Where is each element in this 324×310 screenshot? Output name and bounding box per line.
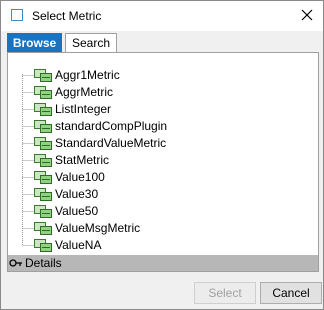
metric-icon [34, 171, 52, 184]
metric-icon [34, 137, 52, 150]
metric-icon [34, 239, 52, 252]
metric-icon [34, 69, 52, 82]
tree-item-label: Value30 [55, 187, 99, 201]
close-icon [301, 9, 313, 21]
tree-item-label: StandardValueMetric [55, 136, 167, 150]
tree-item-label: StatMetric [55, 153, 110, 167]
title-bar: Select Metric [1, 1, 323, 31]
tree-item-label: ValueNA [55, 238, 102, 252]
tab-browse[interactable]: Browse [7, 33, 62, 53]
cancel-button[interactable]: Cancel [260, 282, 322, 304]
metric-tree-panel: Aggr1Metric AggrMetric ListInteger standard… [7, 52, 319, 272]
tree-item-label: AggrMetric [55, 85, 114, 99]
tree-item-label: Value100 [55, 170, 105, 184]
tree-item-label: Aggr1Metric [55, 68, 120, 82]
tab-search[interactable]: Search [65, 33, 117, 53]
metric-icon [34, 86, 52, 99]
metric-icon [34, 120, 52, 133]
metric-icon [34, 103, 52, 116]
key-icon [9, 259, 22, 267]
close-button[interactable] [299, 7, 315, 23]
metric-icon [34, 188, 52, 201]
details-label: Details [25, 256, 62, 270]
tree-item-label: ValueMsgMetric [55, 221, 141, 235]
select-metric-dialog: Select Metric Browse Search Aggr1Metric … [0, 0, 324, 310]
select-button[interactable]: Select [194, 282, 256, 304]
tree-item-label: Value50 [55, 204, 99, 218]
tree-item-label: ListInteger [55, 102, 112, 116]
tree-item-label: standardCompPlugin [55, 119, 168, 133]
metric-icon [34, 222, 52, 235]
metric-icon [34, 205, 52, 218]
details-row[interactable]: Details [8, 255, 318, 271]
window-icon [11, 9, 23, 21]
metric-icon [34, 154, 52, 167]
dialog-title: Select Metric [32, 9, 102, 23]
